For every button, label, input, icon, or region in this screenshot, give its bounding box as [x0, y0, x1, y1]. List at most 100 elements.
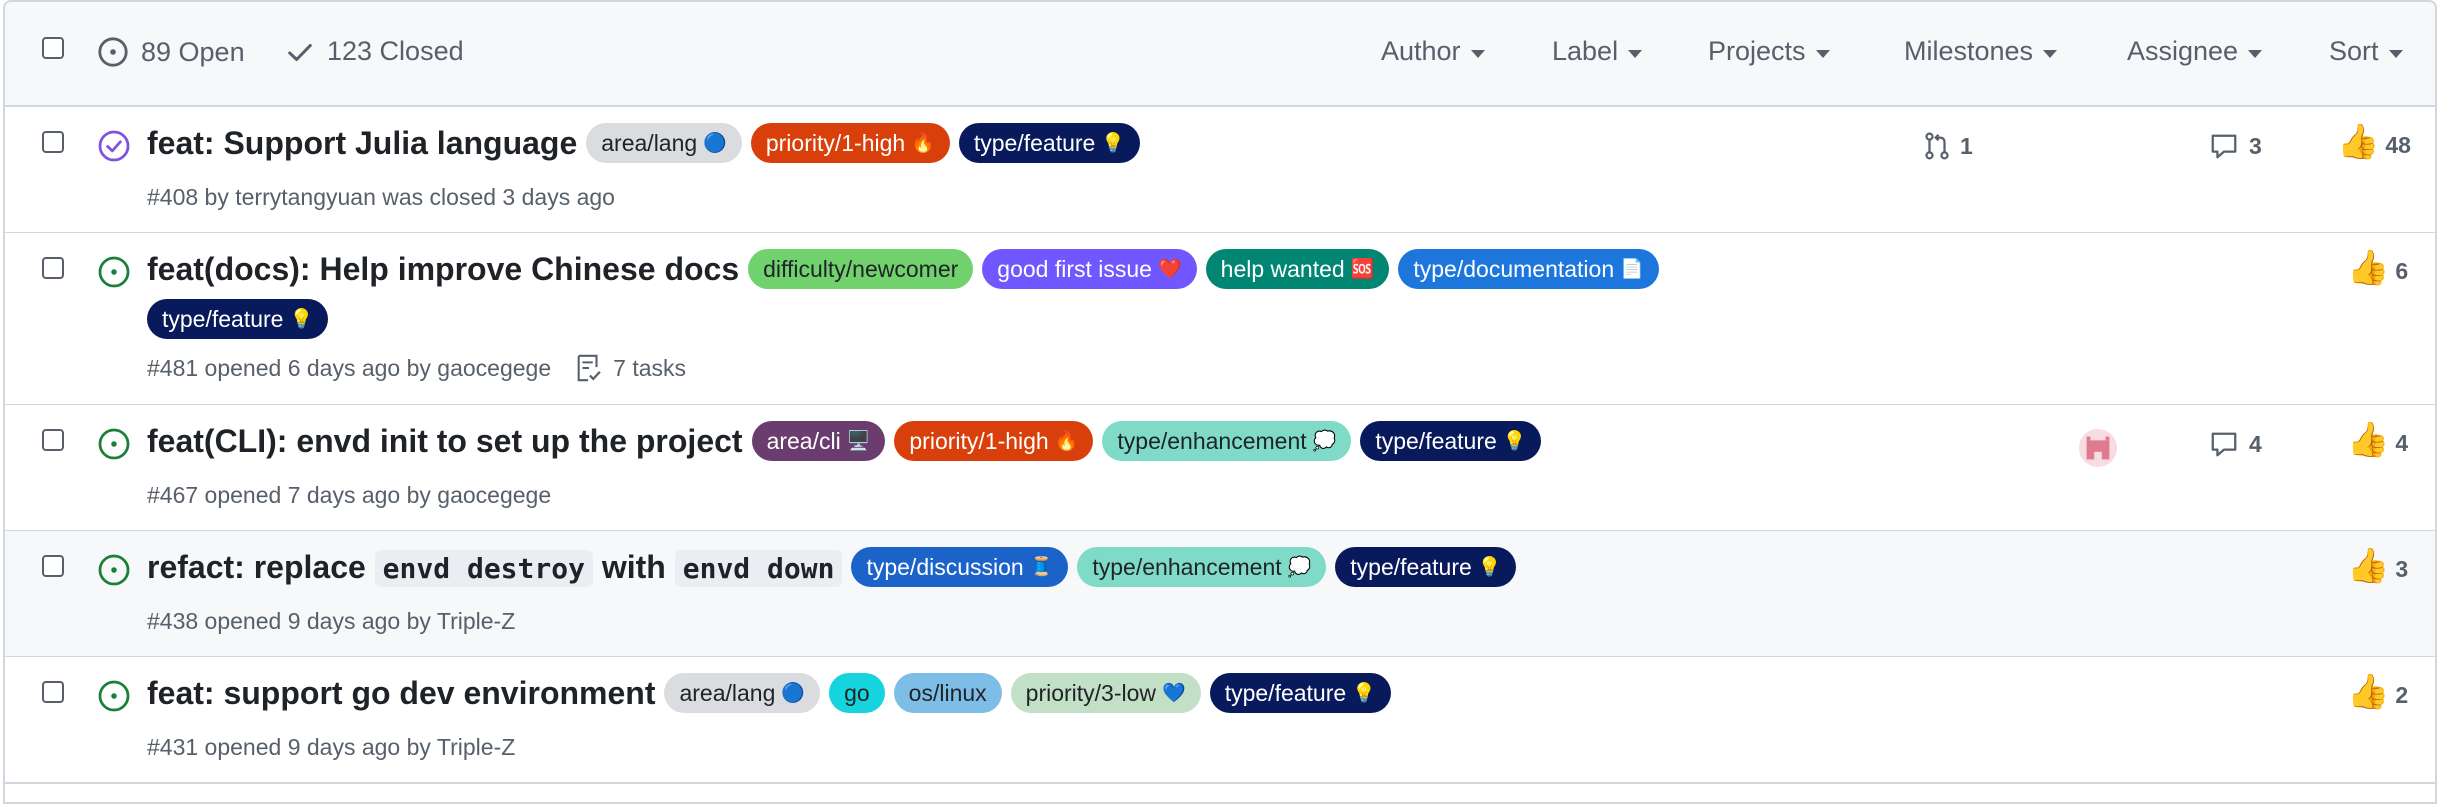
comment-count[interactable]: 4: [2209, 429, 2262, 459]
issue-open-icon: [98, 37, 128, 67]
sort-filter[interactable]: Sort: [2329, 36, 2403, 67]
milestones-filter[interactable]: Milestones: [1904, 36, 2058, 67]
issue-label-text: priority/1-high: [765, 129, 906, 156]
issue-label-text: help wanted: [1220, 255, 1345, 282]
issue-title-line: feat: support go dev environment area/la…: [147, 673, 2055, 713]
label-emoji-icon: 💙: [1162, 683, 1186, 704]
comment-count[interactable]: 3: [2209, 131, 2262, 161]
issue-label[interactable]: type/feature 💡: [1209, 673, 1391, 713]
issue-title-link[interactable]: feat(docs): Help improve Chinese docs: [147, 251, 739, 288]
issue-label[interactable]: type/enhancement 💭: [1102, 421, 1352, 461]
issue-label[interactable]: type/feature 💡: [1360, 421, 1542, 461]
issue-title-line: feat: Support Julia language area/lang 🔵 p…: [147, 123, 2055, 163]
issue-row[interactable]: feat(CLI): envd init to set up the proje…: [5, 405, 2435, 532]
issue-label[interactable]: priority/3-low 💙: [1010, 673, 1201, 713]
reaction-thumbs-up[interactable]: 👍 2: [2347, 675, 2408, 709]
issue-label-text: priority/3-low: [1025, 679, 1157, 706]
label-emoji-icon: 💡: [1352, 683, 1376, 704]
issue-open-icon: [98, 428, 130, 460]
caret-down-icon: [2043, 49, 2058, 58]
closed-issues-tab[interactable]: 123 Closed: [285, 36, 464, 67]
caret-down-icon: [1628, 49, 1643, 58]
issue-label-text: type/feature: [162, 305, 284, 332]
thumbs-up-icon: 👍: [2347, 547, 2390, 585]
issue-label[interactable]: type/enhancement 💭: [1077, 547, 1327, 587]
issue-open-icon: [98, 554, 130, 586]
task-progress[interactable]: 7 tasks: [575, 353, 686, 383]
thumbs-up-icon: 👍: [2347, 249, 2390, 287]
select-all-checkbox[interactable]: [42, 37, 64, 59]
label-emoji-icon: 💡: [1502, 431, 1527, 452]
check-icon: [288, 43, 312, 61]
label-emoji-icon: 💡: [289, 309, 314, 330]
issue-meta: #481 opened 6 days ago by gaocegege 7 ta…: [147, 353, 686, 383]
open-count-label: 89 Open: [141, 36, 245, 67]
issue-label[interactable]: priority/1-high 🔥: [894, 421, 1094, 461]
label-emoji-icon: 💭: [1287, 557, 1312, 578]
reaction-thumbs-up[interactable]: 👍 4: [2347, 423, 2408, 457]
issue-checkbox[interactable]: [42, 257, 64, 279]
caret-down-icon: [1815, 49, 1830, 58]
reaction-thumbs-up[interactable]: 👍 6: [2347, 251, 2408, 285]
issue-label[interactable]: area/lang 🔵: [664, 673, 821, 713]
label-emoji-icon: 🖥️: [846, 431, 871, 452]
assignee-avatar[interactable]: [2079, 429, 2117, 467]
issue-title-link[interactable]: feat: support go dev environment: [147, 675, 655, 712]
issue-open-icon: [98, 680, 130, 712]
issue-label[interactable]: type/feature 💡: [147, 299, 329, 339]
label-emoji-icon: 🧵: [1029, 557, 1054, 578]
issue-label-text: priority/1-high: [909, 427, 1049, 454]
issue-title-link[interactable]: feat: Support Julia language: [147, 125, 577, 162]
reaction-thumbs-up[interactable]: 👍 48: [2337, 125, 2411, 159]
issue-title-link[interactable]: refact: replace envd destroy with envd d…: [147, 549, 843, 587]
issue-label-text: type/enhancement: [1117, 427, 1307, 454]
assignee-filter[interactable]: Assignee: [2127, 36, 2263, 67]
issue-checkbox[interactable]: [42, 681, 64, 703]
issue-label-text: type/feature: [1350, 553, 1472, 580]
issue-label[interactable]: area/cli 🖥️: [751, 421, 886, 461]
issue-title-link[interactable]: feat(CLI): envd init to set up the proje…: [147, 423, 743, 460]
issue-open-icon: [98, 256, 130, 288]
issue-row[interactable]: feat(docs): Help improve Chinese docs di…: [5, 233, 2435, 406]
issue-label[interactable]: difficulty/newcomer: [748, 249, 974, 289]
linked-pull-requests[interactable]: 1: [1922, 131, 1973, 161]
issues-list-header: 89 Open 123 Closed Author Label Projects…: [5, 2, 2435, 107]
issue-label[interactable]: type/feature 💡: [958, 123, 1141, 163]
issue-label[interactable]: good first issue ❤️: [982, 249, 1197, 289]
issue-label[interactable]: os/linux: [893, 673, 1002, 713]
issue-checkbox[interactable]: [42, 429, 64, 451]
issue-label[interactable]: area/lang 🔵: [586, 123, 742, 163]
issue-label[interactable]: help wanted 🆘: [1205, 249, 1390, 289]
open-issues-tab[interactable]: 89 Open: [97, 36, 245, 68]
caret-down-icon: [1470, 49, 1485, 58]
thumbs-up-icon: 👍: [2347, 421, 2390, 459]
issue-meta: #467 opened 7 days ago by gaocegege: [147, 482, 552, 508]
issue-label[interactable]: priority/1-high 🔥: [750, 123, 950, 163]
issue-closed-icon: [98, 130, 130, 162]
label-emoji-icon: 💡: [1477, 557, 1502, 578]
issue-checkbox[interactable]: [42, 131, 64, 153]
issue-row[interactable]: refact: replace envd destroy with envd d…: [5, 531, 2435, 658]
issue-label-text: type/feature: [973, 129, 1096, 156]
projects-filter[interactable]: Projects: [1708, 36, 1830, 67]
issue-label[interactable]: go: [829, 673, 885, 713]
issue-label[interactable]: type/discussion 🧵: [851, 547, 1069, 587]
author-filter[interactable]: Author: [1381, 36, 1485, 67]
thumbs-up-icon: 👍: [2347, 673, 2390, 711]
reaction-thumbs-up[interactable]: 👍 3: [2347, 549, 2408, 583]
pull-request-icon: [1925, 132, 1949, 160]
comment-icon: [2211, 432, 2237, 457]
issue-row[interactable]: feat: support go dev environment area/la…: [5, 657, 2435, 784]
label-emoji-icon: 🔥: [911, 133, 935, 154]
issue-label[interactable]: type/documentation 📄: [1398, 249, 1659, 289]
issue-row[interactable]: feat: Support Julia language area/lang 🔵 p…: [5, 107, 2435, 234]
issue-label-text: type/discussion: [866, 553, 1024, 580]
issue-label-text: area/lang: [679, 679, 776, 706]
identicon-icon: [2079, 429, 2117, 467]
label-filter[interactable]: Label: [1552, 36, 1643, 67]
issue-checkbox[interactable]: [42, 555, 64, 577]
issue-label[interactable]: type/feature 💡: [1335, 547, 1517, 587]
issue-label-text: type/feature: [1224, 679, 1347, 706]
issue-meta: #438 opened 9 days ago by Triple-Z: [147, 608, 516, 634]
issue-title-line: refact: replace envd destroy with envd d…: [147, 547, 2055, 587]
